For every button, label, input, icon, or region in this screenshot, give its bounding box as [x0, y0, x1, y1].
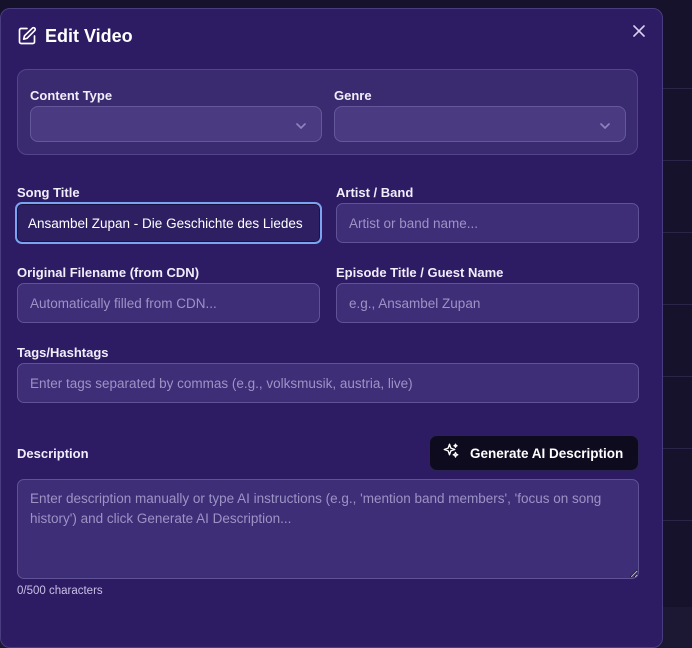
tags-input[interactable]: [17, 363, 639, 403]
tags-label: Tags/Hashtags: [17, 345, 109, 360]
sparkles-icon: [442, 442, 460, 465]
original-filename-input[interactable]: [17, 283, 320, 323]
character-counter: 0/500 characters: [17, 585, 103, 597]
genre-label: Genre: [334, 88, 372, 103]
close-button[interactable]: [630, 24, 648, 42]
episode-title-input[interactable]: [336, 283, 639, 323]
description-label: Description: [17, 446, 89, 461]
genre-select[interactable]: [334, 106, 626, 142]
chevron-down-icon: [295, 119, 307, 137]
episode-title-label: Episode Title / Guest Name: [336, 265, 504, 280]
artist-input[interactable]: [336, 203, 639, 243]
generate-ai-description-button[interactable]: Generate AI Description: [429, 435, 639, 471]
generate-ai-description-label: Generate AI Description: [470, 445, 624, 461]
edit-square-icon: [17, 26, 37, 46]
description-textarea[interactable]: [17, 479, 639, 579]
chevron-down-icon: [599, 119, 611, 137]
content-type-select[interactable]: [30, 106, 322, 142]
content-type-label: Content Type: [30, 88, 113, 103]
song-title-input[interactable]: [15, 202, 322, 244]
artist-label: Artist / Band: [336, 185, 414, 200]
original-filename-label: Original Filename (from CDN): [17, 265, 200, 280]
modal-title: Edit Video: [45, 25, 133, 46]
song-title-label: Song Title: [17, 185, 80, 200]
modal-header: Edit Video: [17, 24, 133, 48]
close-icon: [633, 24, 645, 42]
